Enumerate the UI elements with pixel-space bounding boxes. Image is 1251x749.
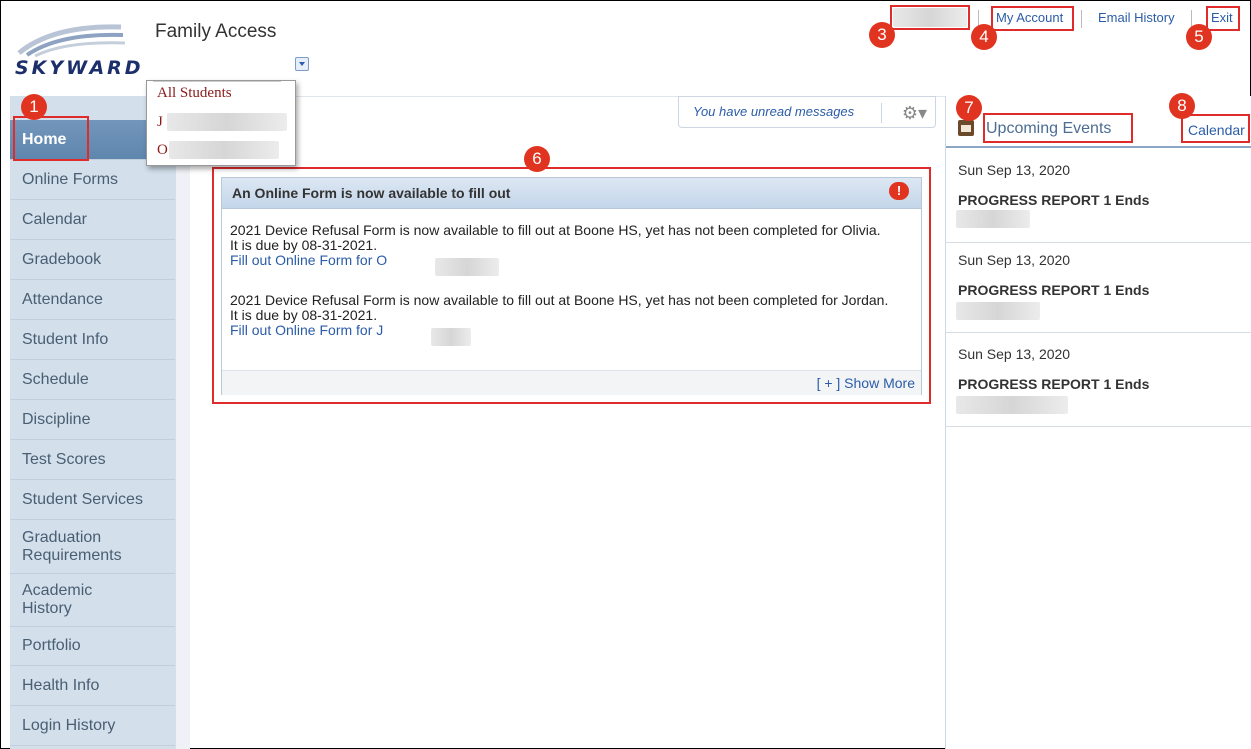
sidebar-item-graduation-requirements[interactable]: Graduation Requirements <box>10 520 182 574</box>
redacted-detail <box>956 396 1068 414</box>
sidebar-item-online-forms[interactable]: Online Forms <box>10 160 175 200</box>
sidebar-collapse-strip[interactable] <box>175 96 190 749</box>
unread-messages-link[interactable]: You have unread messages <box>693 104 854 119</box>
sidebar-item-test-scores[interactable]: Test Scores <box>10 440 175 480</box>
messages-bar: You have unread messages ⚙▾ <box>678 96 936 128</box>
annotation-box-upcoming-events <box>983 113 1133 143</box>
annotation-badge-7: 7 <box>956 95 982 121</box>
annotation-badge-1: 1 <box>21 94 47 120</box>
chevron-down-icon[interactable] <box>295 57 309 71</box>
logo-text: SKYWARD <box>15 57 144 79</box>
annotation-badge-5: 5 <box>1186 24 1212 50</box>
event-name: PROGRESS REPORT 1 Ends <box>958 192 1150 208</box>
logo-swoosh-icon <box>17 24 126 58</box>
dropdown-item-student-o[interactable]: O <box>157 142 168 159</box>
sidebar-item-student-services[interactable]: Student Services <box>10 480 175 520</box>
sidebar-item-login-history[interactable]: Login History <box>10 706 175 746</box>
dropdown-item-all-students[interactable]: All Students <box>157 85 232 102</box>
sidebar-item-schedule[interactable]: Schedule <box>10 360 175 400</box>
skyward-logo[interactable]: SKYWARD <box>13 21 141 81</box>
annotation-box-form <box>212 167 931 404</box>
dropdown-item-student-j[interactable]: J <box>157 114 163 131</box>
redacted-detail <box>956 210 1030 228</box>
annotation-box-user <box>890 5 970 30</box>
sidebar-item-calendar[interactable]: Calendar <box>10 200 175 240</box>
annotation-badge-8: 8 <box>1169 93 1195 119</box>
sidebar-nav: Home Online Forms Calendar Gradebook Att… <box>10 96 182 749</box>
dropdown-divider <box>153 81 281 82</box>
sidebar-item-student-info[interactable]: Student Info <box>10 320 175 360</box>
sidebar-item-gradebook[interactable]: Gradebook <box>10 240 175 280</box>
event-name: PROGRESS REPORT 1 Ends <box>958 376 1150 392</box>
student-dropdown-menu: All Students J O <box>146 80 296 166</box>
event-item[interactable]: Sun Sep 13, 2020 PROGRESS REPORT 1 Ends <box>946 332 1251 427</box>
annotation-box-my-account <box>991 6 1074 31</box>
redacted-detail <box>956 302 1040 320</box>
annotation-badge-4: 4 <box>971 24 997 50</box>
sidebar-item-attendance[interactable]: Attendance <box>10 280 175 320</box>
sidebar-item-academic-history[interactable]: Academic History <box>10 573 175 627</box>
event-name: PROGRESS REPORT 1 Ends <box>958 282 1150 298</box>
gear-icon[interactable]: ⚙▾ <box>902 103 927 124</box>
sidebar-item-discipline[interactable]: Discipline <box>10 400 175 440</box>
annotation-box-exit <box>1206 6 1240 31</box>
annotation-box-calendar <box>1181 114 1250 143</box>
event-date: Sun Sep 13, 2020 <box>958 346 1071 362</box>
annotation-badge-6: 6 <box>524 146 550 172</box>
upcoming-events-panel: Upcoming Events Calendar Sun Sep 13, 202… <box>945 96 1251 749</box>
annotation-badge-3: 3 <box>869 22 895 48</box>
redacted-name <box>169 141 279 159</box>
email-history-link[interactable]: Email History <box>1098 10 1175 25</box>
event-date: Sun Sep 13, 2020 <box>958 252 1071 268</box>
nav-separator <box>1081 10 1082 28</box>
app-title: Family Access <box>155 21 277 42</box>
event-item[interactable]: Sun Sep 13, 2020 PROGRESS REPORT 1 Ends <box>946 238 1251 333</box>
sidebar-item-portfolio[interactable]: Portfolio <box>10 626 175 666</box>
sidebar-item-health-info[interactable]: Health Info <box>10 666 175 706</box>
divider <box>881 103 882 123</box>
event-date: Sun Sep 13, 2020 <box>958 162 1071 178</box>
annotation-box-home <box>13 116 89 161</box>
redacted-name <box>167 113 287 131</box>
student-select[interactable] <box>149 55 311 77</box>
event-item[interactable]: Sun Sep 13, 2020 PROGRESS REPORT 1 Ends <box>946 148 1251 243</box>
calendar-icon <box>958 120 974 136</box>
